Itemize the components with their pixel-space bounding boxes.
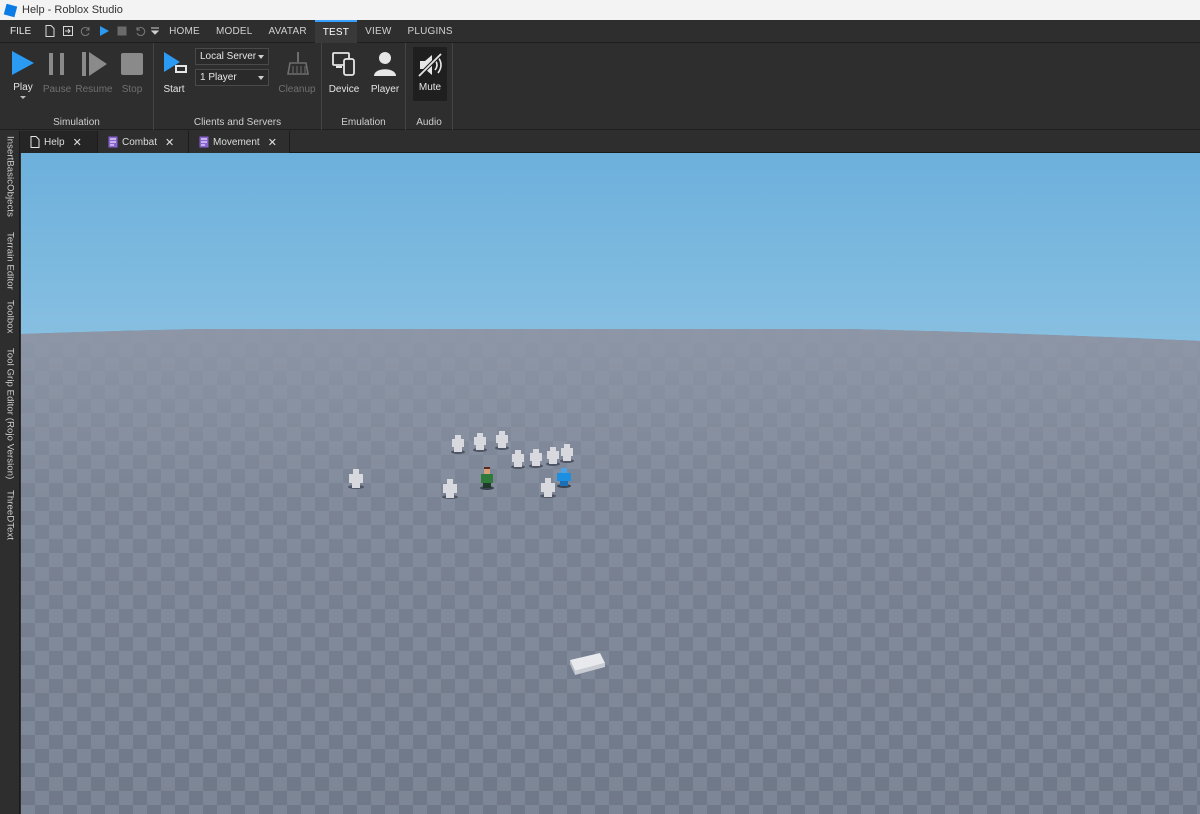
simulation-group-label: Simulation [53,117,100,128]
blue-character[interactable] [557,468,571,488]
help-document-icon [30,136,40,148]
server-mode-value: Local Server [200,51,257,62]
server-mode-select[interactable]: Local Server [195,48,269,65]
pause-button[interactable]: Pause [39,49,75,101]
device-button[interactable]: Device [326,49,362,101]
stop-button[interactable]: Stop [114,49,150,101]
resume-icon [82,52,107,76]
emulation-group: Device Player Emulation [322,43,406,130]
menu-bar: FILE HOME MODEL AVATAR TEST VIEW PLUGINS [0,19,1200,43]
audio-group: Mute Audio [406,43,453,130]
doc-tab-label: Movement [213,136,260,148]
doc-tab-label: Help [44,136,65,148]
window-titlebar: Help - Roblox Studio [0,0,1200,20]
doc-tab-combat[interactable]: Combat ✕ [98,131,189,153]
start-button[interactable]: Start [156,49,192,101]
chevron-down-icon [258,76,264,80]
clients-servers-group-label: Clients and Servers [193,117,282,128]
player-icon [374,52,396,76]
ribbon-toolbar: Play Pause Resume Stop Simulation Start … [0,43,1200,130]
start-label: Start [163,84,185,95]
doc-tab-movement[interactable]: Movement ✕ [189,131,290,153]
stop-icon [121,53,143,75]
dock-tab-tool-grip-editor[interactable]: Tool Grip Editor (Rojo Version) [2,348,18,482]
window-title: Help - Roblox Studio [22,4,123,16]
tab-avatar[interactable]: AVATAR [261,20,315,43]
scene-objects [348,431,605,675]
mute-label: Mute [418,82,442,93]
dummy-npc-group[interactable] [348,431,574,499]
part-block[interactable] [570,653,605,675]
play-icon [12,51,34,76]
player-character[interactable] [480,467,494,490]
open-file-icon[interactable] [59,20,77,43]
player-count-value: 1 Player [200,72,237,83]
tab-view[interactable]: VIEW [357,20,399,43]
close-icon[interactable]: ✕ [165,136,174,149]
dock-tab-three-d-text[interactable]: ThreeDText [2,490,18,544]
play-label: Play [13,82,33,94]
dock-tab-terrain-editor[interactable]: Terrain Editor [2,232,18,292]
redo-icon[interactable] [77,20,95,43]
doc-tab-help[interactable]: Help ✕ [20,131,98,153]
device-icon [332,52,355,76]
player-label: Player [370,84,400,95]
broom-icon [287,52,309,75]
close-icon[interactable]: ✕ [268,136,277,149]
document-tab-bar: Help ✕ Combat ✕ Movement ✕ [20,131,1200,153]
tab-home[interactable]: HOME [161,20,208,43]
cleanup-label: Cleanup [278,84,316,95]
doc-tab-label: Combat [122,136,158,148]
player-count-select[interactable]: 1 Player [195,69,269,86]
chevron-down-icon [258,55,264,59]
roblox-studio-logo-icon [3,3,18,17]
pause-icon [49,53,64,75]
cleanup-button[interactable]: Cleanup [277,49,317,101]
dock-tab-toolbox[interactable]: Toolbox [2,300,18,340]
quick-play-icon[interactable] [95,20,113,43]
resume-button[interactable]: Resume [75,49,113,101]
clients-servers-group: Start Local Server 1 Player Cleanup Clie… [154,43,322,130]
mute-speaker-icon [417,52,443,78]
resume-label: Resume [75,84,113,95]
close-icon[interactable]: ✕ [73,136,82,149]
play-button[interactable]: Play [5,49,41,101]
plugin-side-dock: InsertBasicObjects Terrain Editor Toolbo… [0,131,20,814]
quick-stop-icon[interactable] [113,20,131,43]
customize-toolbar-icon[interactable] [149,20,161,43]
pause-label: Pause [42,84,72,95]
audio-group-label: Audio [416,117,442,128]
tab-test[interactable]: TEST [314,19,358,43]
start-server-icon [164,52,187,73]
tab-model[interactable]: MODEL [208,20,261,43]
stop-label: Stop [121,84,143,95]
player-emulator-button[interactable]: Player [367,49,403,101]
play-dropdown-arrow-icon[interactable] [19,95,27,101]
script-icon [199,136,209,148]
dock-tab-insert-basic-objects[interactable]: InsertBasicObjects [2,136,18,224]
mute-button[interactable]: Mute [413,47,447,101]
device-label: Device [328,84,360,95]
file-menu[interactable]: FILE [0,20,41,43]
tab-plugins[interactable]: PLUGINS [399,20,460,43]
emulation-group-label: Emulation [341,117,386,128]
new-file-icon[interactable] [41,20,59,43]
undo-icon[interactable] [131,20,149,43]
script-icon [108,136,118,148]
3d-viewport[interactable] [21,153,1200,814]
simulation-group: Play Pause Resume Stop Simulation [0,43,154,130]
